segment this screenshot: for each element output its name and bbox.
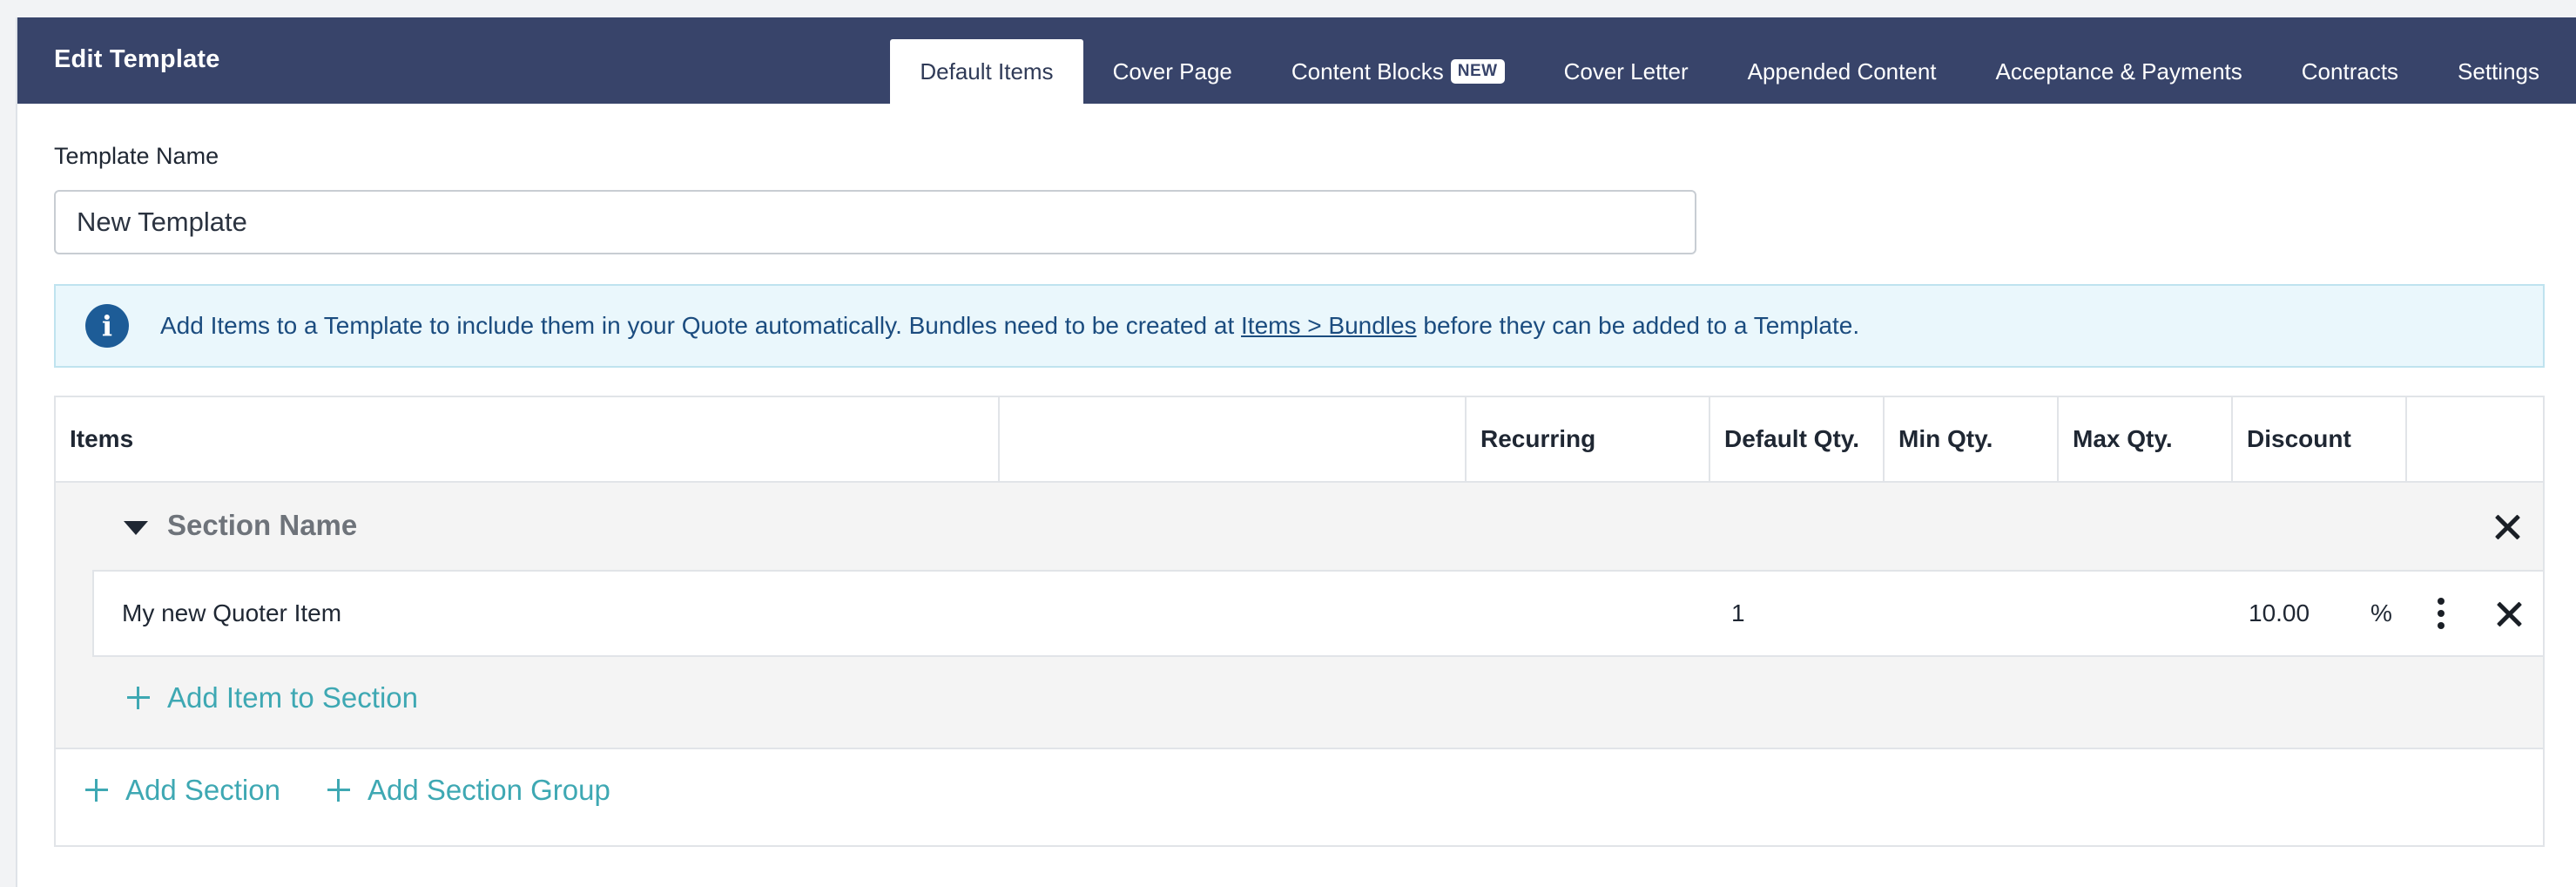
plus-icon [327, 779, 350, 802]
item-discount-unit[interactable]: % [2370, 599, 2392, 627]
info-text: Add Items to a Template to include them … [160, 312, 1859, 340]
caret-down-icon[interactable] [124, 521, 148, 535]
column-header-actions [2407, 397, 2543, 481]
table-row: My new Quoter Item 1 10.00 % [92, 570, 2543, 657]
page-header: Edit Template Default Items Cover Page C… [17, 17, 2576, 104]
tab-cover-letter[interactable]: Cover Letter [1534, 39, 1718, 104]
template-name-input[interactable] [54, 190, 1696, 254]
plus-icon [85, 779, 108, 802]
add-section-label: Add Section [125, 774, 280, 806]
section-header: Section Name [56, 483, 2543, 570]
more-options-icon[interactable] [2437, 598, 2445, 633]
section-name[interactable]: Section Name [167, 509, 357, 542]
tab-label: Appended Content [1747, 58, 1937, 85]
add-section-group-label: Add Section Group [368, 774, 610, 806]
item-name[interactable]: My new Quoter Item [122, 599, 341, 627]
tab-label: Acceptance & Payments [1995, 58, 2242, 85]
section-block: Section Name My new Quoter Item 1 10.00 … [56, 483, 2543, 748]
tab-content-blocks[interactable]: Content Blocks NEW [1262, 39, 1534, 104]
tab-bar: Default Items Cover Page Content Blocks … [890, 39, 2576, 104]
left-frame-border [0, 17, 17, 887]
tab-settings[interactable]: Settings [2428, 39, 2569, 104]
add-section-button[interactable]: Add Section [85, 774, 280, 807]
page-title: Edit Template [54, 45, 220, 73]
tab-appended-content[interactable]: Appended Content [1718, 39, 1966, 104]
info-text-after: before they can be added to a Template. [1416, 312, 1860, 339]
tab-label: Contracts [2301, 58, 2399, 85]
divider [56, 748, 2543, 749]
new-badge: NEW [1450, 59, 1505, 84]
items-table: Items Recurring Default Qty. Min Qty. Ma… [54, 396, 2545, 847]
tab-label: Cover Page [1112, 58, 1232, 85]
tab-label: Cover Letter [1563, 58, 1689, 85]
column-header-max-qty: Max Qty. [2059, 397, 2233, 481]
items-bundles-link[interactable]: Items > Bundles [1241, 312, 1417, 339]
item-default-qty[interactable]: 1 [1731, 599, 1745, 627]
tab-cover-page[interactable]: Cover Page [1083, 39, 1262, 104]
template-name-label: Template Name [54, 143, 219, 169]
top-gap [0, 0, 2576, 17]
tab-contracts[interactable]: Contracts [2272, 39, 2428, 104]
add-section-group-button[interactable]: Add Section Group [327, 774, 610, 807]
add-item-to-section-label: Add Item to Section [167, 681, 418, 714]
info-text-before: Add Items to a Template to include them … [160, 312, 1242, 339]
plus-icon [127, 687, 150, 709]
add-item-to-section-button[interactable]: Add Item to Section [127, 681, 418, 714]
tab-acceptance-payments[interactable]: Acceptance & Payments [1966, 39, 2272, 104]
column-header-min-qty: Min Qty. [1885, 397, 2059, 481]
info-banner: i Add Items to a Template to include the… [54, 284, 2545, 368]
tab-label: Content Blocks [1291, 58, 1444, 85]
column-header-discount: Discount [2233, 397, 2407, 481]
column-header-items: Items [56, 397, 1000, 481]
tab-default-items[interactable]: Default Items [890, 39, 1083, 104]
table-header: Items Recurring Default Qty. Min Qty. Ma… [56, 397, 2543, 483]
tab-label: Default Items [920, 58, 1054, 85]
column-header-default-qty: Default Qty. [1710, 397, 1885, 481]
info-icon: i [85, 304, 129, 348]
item-discount[interactable]: 10.00 [2249, 599, 2310, 627]
column-header-recurring: Recurring [1467, 397, 1710, 481]
remove-section-close-icon[interactable] [2494, 514, 2520, 540]
tab-label: Settings [2458, 58, 2539, 85]
column-header-blank [1000, 397, 1467, 481]
remove-item-close-icon[interactable] [2496, 601, 2522, 627]
